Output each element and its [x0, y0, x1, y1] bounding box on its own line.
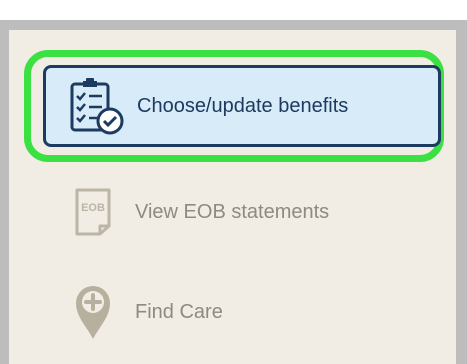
choose-update-benefits-menu-item[interactable]: Choose/update benefits — [43, 65, 441, 147]
eob-document-icon: EOB — [59, 177, 127, 247]
eob-icon-text: EOB — [81, 202, 105, 214]
view-eob-statements-menu-item[interactable]: EOB View EOB statements — [43, 171, 441, 253]
find-care-label: Find Care — [135, 300, 223, 323]
location-pin-plus-icon — [59, 277, 127, 347]
clipboard-check-icon — [61, 71, 129, 141]
window-frame: Choose/update benefits EOB View EOB stat… — [0, 20, 467, 364]
choose-update-benefits-label: Choose/update benefits — [137, 94, 349, 117]
find-care-menu-item[interactable]: Find Care — [43, 271, 441, 353]
view-eob-statements-label: View EOB statements — [135, 200, 330, 223]
benefits-menu-panel: Choose/update benefits EOB View EOB stat… — [9, 30, 456, 364]
